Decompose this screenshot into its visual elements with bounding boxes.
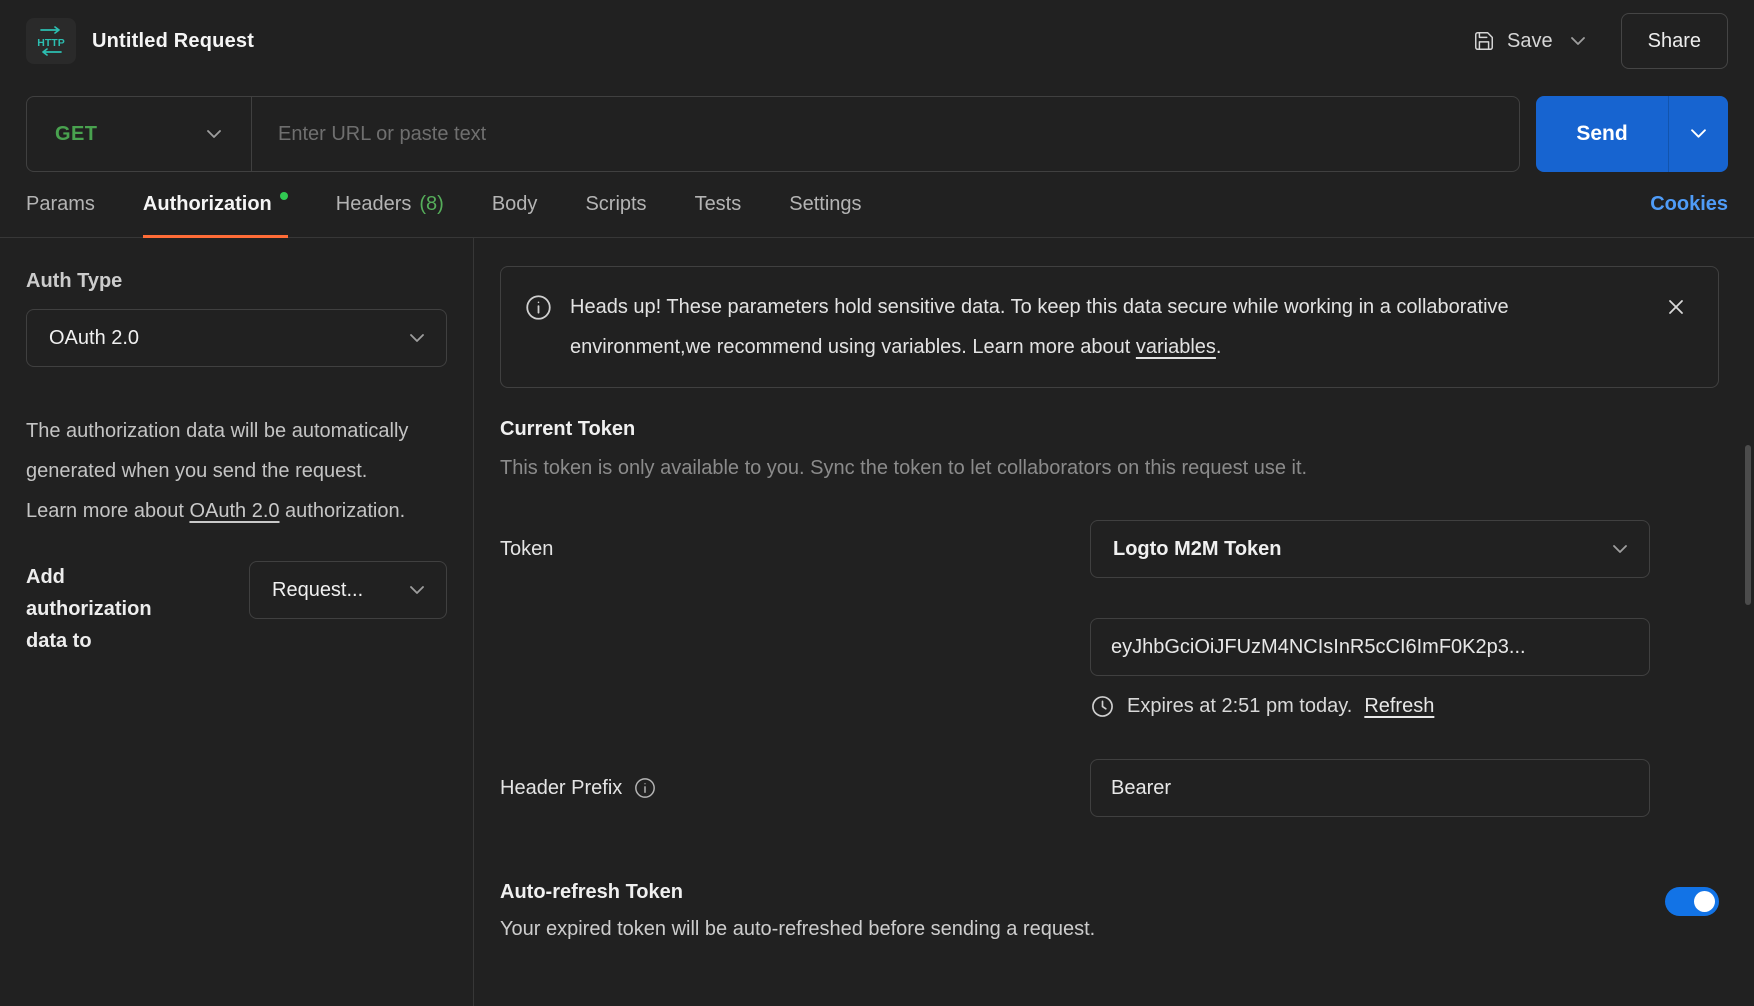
- tab-settings[interactable]: Settings: [789, 172, 861, 237]
- auto-refresh-title: Auto-refresh Token: [500, 881, 1095, 904]
- cookies-link[interactable]: Cookies: [1650, 193, 1728, 216]
- chevron-down-icon: [1571, 37, 1585, 46]
- oauth-learn-more-link[interactable]: OAuth 2.0: [189, 500, 279, 522]
- banner-close-button[interactable]: [1658, 289, 1694, 325]
- authorization-panel: Auth Type OAuth 2.0 The authorization da…: [0, 238, 1754, 1006]
- tab-authorization[interactable]: Authorization: [143, 172, 288, 237]
- tab-label: Scripts: [585, 193, 646, 216]
- chevron-down-icon: [410, 334, 424, 343]
- modified-dot-icon: [280, 192, 288, 200]
- send-button[interactable]: Send: [1536, 96, 1668, 172]
- sensitive-data-banner: Heads up! These parameters hold sensitiv…: [500, 266, 1719, 388]
- method-value: GET: [55, 123, 97, 146]
- header-prefix-row: Header Prefix: [500, 759, 1719, 817]
- token-value-row: Expires at 2:51 pm today. Refresh: [500, 618, 1719, 719]
- headers-count-badge: (8): [419, 193, 443, 216]
- auth-description: The authorization data will be automatic…: [26, 411, 422, 531]
- http-badge-text: HTTP: [37, 37, 64, 49]
- header-prefix-info-icon[interactable]: [634, 777, 656, 799]
- tab-params[interactable]: Params: [26, 172, 95, 237]
- topbar-actions: Save Share: [1465, 13, 1728, 69]
- banner-message: Heads up! These parameters hold sensitiv…: [570, 296, 1509, 358]
- current-token-subtitle: This token is only available to you. Syn…: [500, 457, 1719, 480]
- token-expiry-row: Expires at 2:51 pm today. Refresh: [1090, 694, 1650, 719]
- save-button[interactable]: Save: [1465, 20, 1561, 63]
- page-title: Untitled Request: [92, 30, 254, 53]
- tab-label: Authorization: [143, 193, 272, 216]
- token-row: Token Logto M2M Token: [500, 520, 1719, 578]
- banner-message: .: [1216, 336, 1222, 358]
- header-prefix-input[interactable]: [1090, 759, 1650, 817]
- tab-scripts[interactable]: Scripts: [585, 172, 646, 237]
- tabs-list: Params Authorization Headers (8) Body Sc…: [26, 172, 862, 237]
- request-tabs: Params Authorization Headers (8) Body Sc…: [0, 172, 1754, 238]
- tab-label: Settings: [789, 193, 861, 216]
- save-button-label: Save: [1507, 30, 1553, 53]
- scrollbar-thumb[interactable]: [1745, 445, 1751, 605]
- url-input[interactable]: [252, 97, 1519, 171]
- chevron-down-icon: [1691, 129, 1706, 139]
- send-button-group: Send: [1536, 96, 1728, 172]
- tab-label: Params: [26, 193, 95, 216]
- tab-label: Tests: [695, 193, 742, 216]
- header-prefix-label: Header Prefix: [500, 777, 622, 800]
- tab-tests[interactable]: Tests: [695, 172, 742, 237]
- info-icon: [525, 294, 552, 321]
- request-url-row: GET Send: [0, 82, 1754, 172]
- auth-main: Heads up! These parameters hold sensitiv…: [474, 238, 1754, 1006]
- auth-type-select[interactable]: OAuth 2.0: [26, 309, 447, 367]
- auth-type-label: Auth Type: [26, 270, 447, 293]
- chevron-down-icon: [1613, 545, 1627, 554]
- refresh-link[interactable]: Refresh: [1364, 695, 1434, 718]
- url-bar: GET: [26, 96, 1520, 172]
- auth-description-text: authorization.: [280, 500, 406, 522]
- auto-refresh-section: Auto-refresh Token Your expired token wi…: [500, 881, 1719, 941]
- current-token-title: Current Token: [500, 418, 1719, 441]
- token-expiry-text: Expires at 2:51 pm today.: [1127, 695, 1352, 718]
- http-arrows-icon: HTTP: [32, 24, 70, 58]
- add-auth-row: Add authorization data to Request...: [26, 561, 447, 657]
- token-select-value: Logto M2M Token: [1113, 538, 1282, 561]
- header-prefix-control: [1090, 759, 1650, 817]
- add-auth-label: Add authorization data to: [26, 561, 181, 657]
- auto-refresh-description: Your expired token will be auto-refreshe…: [500, 918, 1095, 941]
- tab-label: Headers: [336, 193, 412, 216]
- auto-refresh-toggle[interactable]: [1665, 887, 1719, 916]
- token-value-control: Expires at 2:51 pm today. Refresh: [1090, 618, 1650, 719]
- app-window: HTTP Untitled Request Save Share: [0, 0, 1754, 1006]
- topbar: HTTP Untitled Request Save Share: [0, 0, 1754, 82]
- clock-icon: [1090, 694, 1115, 719]
- toggle-knob: [1694, 891, 1715, 912]
- close-icon: [1666, 297, 1686, 317]
- tab-body[interactable]: Body: [492, 172, 538, 237]
- method-select[interactable]: GET: [27, 97, 251, 171]
- variables-link[interactable]: variables: [1136, 336, 1216, 358]
- tab-label: Body: [492, 193, 538, 216]
- send-options-button[interactable]: [1668, 96, 1728, 172]
- http-icon: HTTP: [26, 18, 76, 64]
- auto-refresh-text: Auto-refresh Token Your expired token wi…: [500, 881, 1095, 941]
- token-value-input[interactable]: [1090, 618, 1650, 676]
- auth-type-value: OAuth 2.0: [49, 327, 139, 350]
- banner-text: Heads up! These parameters hold sensitiv…: [570, 287, 1625, 367]
- chevron-down-icon: [410, 586, 424, 595]
- share-button[interactable]: Share: [1621, 13, 1728, 69]
- add-auth-value: Request...: [272, 579, 363, 602]
- token-control: Logto M2M Token: [1090, 520, 1650, 578]
- header-prefix-label-group: Header Prefix: [500, 777, 1090, 800]
- token-select[interactable]: Logto M2M Token: [1090, 520, 1650, 578]
- tab-headers[interactable]: Headers (8): [336, 172, 444, 237]
- chevron-down-icon: [207, 130, 221, 139]
- request-title-group: HTTP Untitled Request: [26, 18, 254, 64]
- save-options-button[interactable]: [1561, 25, 1595, 58]
- token-label: Token: [500, 538, 1090, 561]
- save-icon: [1473, 30, 1495, 52]
- add-auth-select[interactable]: Request...: [249, 561, 447, 619]
- auth-sidebar: Auth Type OAuth 2.0 The authorization da…: [0, 238, 474, 1006]
